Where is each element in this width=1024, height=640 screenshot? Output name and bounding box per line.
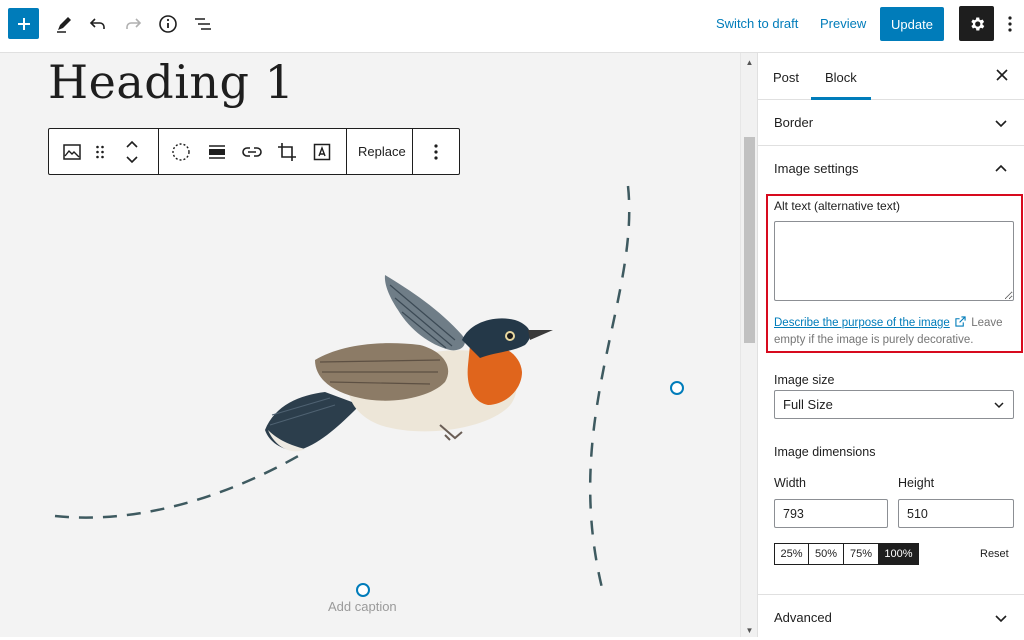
preset-25-button[interactable]: 25% [774,543,809,565]
sidebar-tabs: Post Block [758,53,1024,100]
undo-icon [89,18,105,29]
close-icon[interactable] [994,67,1010,83]
panel-title-advanced: Advanced [774,610,832,625]
chevron-down-icon [995,120,1007,128]
image-size-select[interactable]: Full Size [774,390,1014,419]
preset-75-button[interactable]: 75% [843,543,879,565]
tools-button[interactable] [52,12,76,36]
list-view-button[interactable] [191,12,215,36]
tab-block[interactable]: Block [825,70,857,85]
details-button[interactable] [156,12,180,36]
plus-icon [17,17,30,30]
pen-icon [57,17,71,33]
update-button[interactable]: Update [880,7,944,41]
resize-handle-bottom[interactable] [356,583,370,597]
resize-handle-right[interactable] [670,381,684,395]
advanced-panel-toggle[interactable]: Advanced [758,594,1024,640]
alt-text-label: Alt text (alternative text) [774,199,901,213]
image-dimensions-label: Image dimensions [774,445,876,459]
chevron-down-icon [995,615,1007,623]
redo-button[interactable] [121,12,145,36]
chevron-up-icon [995,164,1007,172]
panel-title-image-settings: Image settings [774,161,859,176]
preset-50-button[interactable]: 50% [808,543,844,565]
image-settings-panel-toggle[interactable]: Image settings [758,146,1024,192]
dashed-arc-left [54,453,301,519]
list-view-icon [195,18,211,30]
alt-text-field[interactable] [774,221,1014,301]
gear-icon [970,16,984,31]
width-input[interactable]: 793 [774,499,888,528]
describe-image-link[interactable]: Describe the purpose of the image [774,317,950,329]
editor-canvas[interactable]: Heading 1 Replace Add caption [0,53,740,637]
scroll-up-arrow-icon[interactable]: ▲ [745,58,754,67]
height-input[interactable]: 510 [898,499,1014,528]
redo-icon [126,18,142,29]
external-link-icon [955,316,966,327]
height-label: Height [898,476,935,490]
scroll-down-arrow-icon[interactable]: ▼ [745,626,754,635]
image-size-label: Image size [774,373,835,387]
panel-title-border: Border [774,115,814,130]
preset-100-button[interactable]: 100% [878,543,919,565]
options-button[interactable] [1002,12,1018,36]
add-block-button[interactable] [8,8,39,39]
dashed-arc-right [589,185,631,593]
image-block[interactable] [0,53,740,637]
switch-to-draft-button[interactable]: Switch to draft [716,16,798,31]
more-vertical-icon [1008,16,1012,32]
undo-button[interactable] [86,12,110,36]
canvas-scrollbar[interactable]: ▲ ▼ [740,53,757,637]
bird-illustration [265,275,553,452]
scrollbar-thumb[interactable] [744,137,755,343]
border-panel-toggle[interactable]: Border [758,100,1024,146]
info-icon [159,15,177,33]
settings-button[interactable] [959,6,994,41]
alt-text-help: Describe the purpose of the image Leave … [774,315,1014,349]
editor-top-bar: Switch to draft Preview Update [0,0,1024,53]
width-label: Width [774,476,806,490]
preview-button[interactable]: Preview [820,16,866,31]
image-size-value: Full Size [783,397,833,412]
tab-post[interactable]: Post [773,70,799,85]
caption-placeholder[interactable]: Add caption [328,599,397,614]
chevron-down-icon [994,402,1004,409]
settings-sidebar: Post Block Border Image settings Alt tex… [757,53,1024,637]
reset-button[interactable]: Reset [980,548,1009,560]
